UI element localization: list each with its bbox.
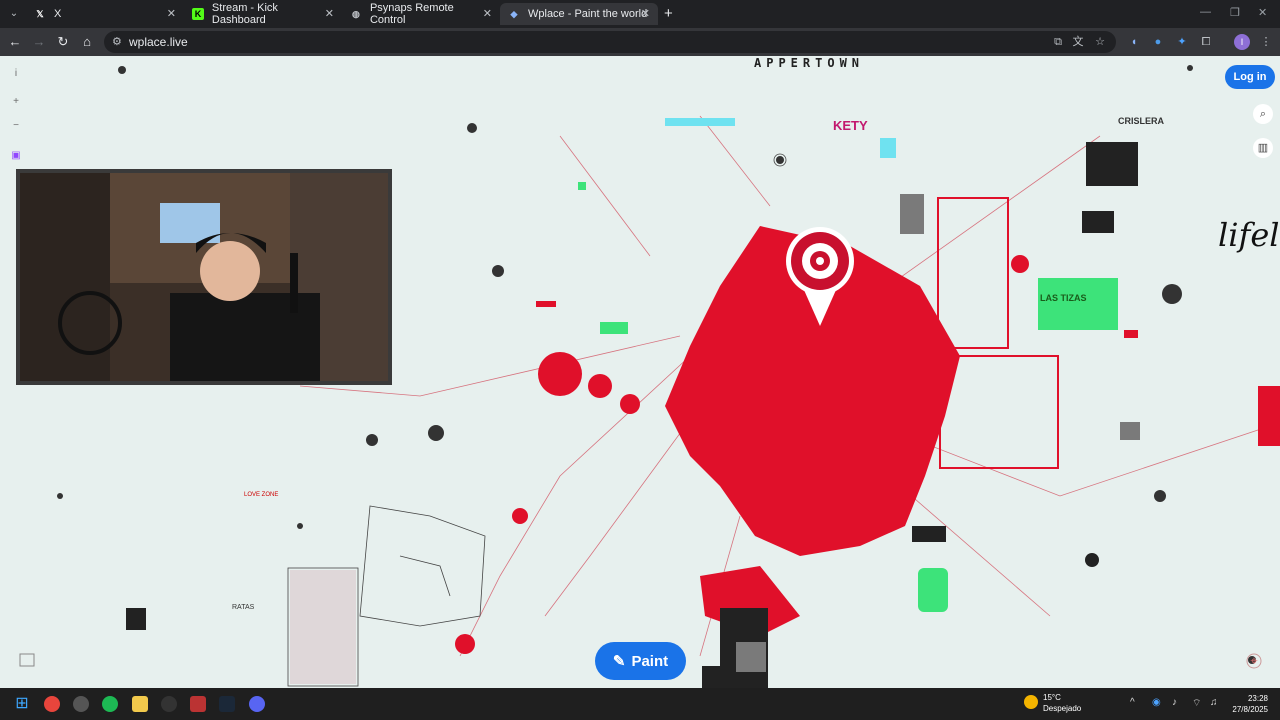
tab-kick-dashboard[interactable]: K Stream - Kick Dashboard ✕ (184, 2, 342, 26)
clock-date: 27/8/2025 (1232, 705, 1268, 714)
tray-chevron-icon[interactable]: ^ (1130, 697, 1135, 708)
red-outline-structures (937, 197, 1059, 469)
gallery-icon (19, 653, 35, 667)
steam-icon[interactable] (219, 696, 235, 712)
x-logo-icon: 𝕏 (36, 9, 44, 19)
brush-icon: ✎ (612, 653, 626, 670)
info-icon[interactable]: i (8, 66, 24, 82)
windows-taskbar: ⊞ 15°C Despejado ^ ◉ ♪ ⌔ ♫ 23:28 27/8/20… (0, 688, 1280, 720)
tray-mic-icon[interactable]: ♪ (1172, 697, 1177, 708)
map-label-las-tizas: LAS TIZAS (1040, 293, 1087, 303)
tab-title: Wplace - Paint the world (528, 8, 648, 20)
extensions-puzzle-icon[interactable]: ⧠ (1198, 34, 1214, 50)
map-label-kety: KETY (833, 118, 868, 133)
tab-x[interactable]: 𝕏 X ✕ (26, 3, 184, 25)
map-label-top-banner: APPERTOWN (754, 56, 865, 70)
tray-volume-icon[interactable]: ♫ (1210, 697, 1218, 708)
close-tab-icon[interactable]: ✕ (325, 7, 334, 20)
zoom-out-icon[interactable]: − (8, 118, 24, 134)
weather-desc: Despejado (1043, 704, 1082, 713)
twitch-icon[interactable]: ▣ (8, 148, 24, 164)
tab-title: Stream - Kick Dashboard (211, 2, 278, 26)
discord-icon[interactable] (249, 696, 265, 712)
site-info-icon[interactable]: ⚙ (112, 35, 122, 48)
profile-avatar[interactable]: I (1234, 34, 1250, 50)
translate-icon[interactable]: 文 (1070, 34, 1086, 50)
weather-widget[interactable]: 15°C Despejado (1043, 692, 1081, 714)
extension-shield-icon[interactable]: ● (1150, 34, 1166, 50)
forward-icon[interactable]: → (31, 34, 47, 50)
app-red-icon[interactable] (190, 696, 206, 712)
app-4k-icon[interactable] (161, 696, 177, 712)
zoom-in-icon[interactable]: + (8, 94, 24, 110)
tab-wplace[interactable]: ◆ Wplace - Paint the world ✕ (500, 3, 658, 25)
streamer-webcam-overlay (16, 169, 392, 385)
taskbar-clock[interactable]: 23:28 27/8/2025 (1232, 693, 1268, 715)
wplace-map-viewport[interactable]: APPERTOWN KETY CRISLERA lifelov LAS TIZA… (0, 56, 1280, 688)
kick-icon: K (192, 8, 204, 20)
red-territory-blob (455, 226, 1280, 654)
tab-title: X (54, 8, 62, 20)
close-tab-icon[interactable]: ✕ (483, 7, 492, 20)
new-tab-button[interactable]: + (664, 5, 673, 22)
extension-translate-icon[interactable]: ✦ (1174, 34, 1190, 50)
extension-audio-icon[interactable]: ◖ (1126, 34, 1142, 50)
maximize-icon[interactable]: ❐ (1230, 6, 1240, 19)
map-label-lifelov: lifelov (1218, 216, 1280, 254)
close-tab-icon[interactable]: ✕ (641, 7, 650, 20)
reload-icon[interactable]: ↻ (55, 34, 71, 50)
spotify-icon[interactable] (102, 696, 118, 712)
chrome-icon[interactable] (44, 696, 60, 712)
close-tab-icon[interactable]: ✕ (167, 7, 176, 20)
minimize-icon[interactable]: — (1200, 6, 1211, 18)
browser-tab-strip: ⌄ 𝕏 X ✕ K Stream - Kick Dashboard ✕ ◍ Ps… (0, 0, 1280, 28)
windows-start-icon[interactable]: ⊞ (14, 696, 30, 712)
bookmark-star-icon[interactable]: ☆ (1092, 34, 1108, 50)
address-bar[interactable]: ⚙ wplace.live ⧉ 文 ☆ (104, 31, 1116, 53)
obs-icon[interactable] (73, 696, 89, 712)
browser-toolbar: ← → ↻ ⌂ ⚙ wplace.live ⧉ 文 ☆ ◖ ● ✦ ⧠ I ⋮ (0, 28, 1280, 56)
paint-label: Paint (631, 652, 669, 670)
tab-title: Psynaps Remote Control (369, 2, 454, 26)
map-label-ratas: RATAS (232, 604, 255, 611)
tab-search-icon[interactable]: ⌄ (6, 6, 22, 22)
tray-wifi-icon[interactable]: ⌔ (1192, 697, 1201, 710)
back-icon[interactable]: ← (7, 34, 23, 50)
leaderboard-icon[interactable]: ▥ (1253, 138, 1273, 158)
crosshair-icon[interactable]: ⌖ (1246, 653, 1262, 669)
paint-button[interactable]: ✎ Paint (595, 642, 686, 680)
menu-kebab-icon[interactable]: ⋮ (1258, 34, 1274, 50)
tray-network-icon[interactable]: ◉ (1152, 697, 1161, 708)
close-window-icon[interactable]: ✕ (1258, 6, 1267, 19)
weather-moon-icon (1024, 695, 1038, 709)
login-button[interactable]: Log in (1225, 65, 1275, 89)
map-label-criolera: CRISLERA (1118, 116, 1165, 126)
wplace-icon: ◆ (510, 9, 518, 19)
weather-temp: 15°C (1043, 693, 1061, 702)
webcam-scene (20, 173, 388, 381)
clock-time: 23:28 (1247, 694, 1268, 703)
install-app-icon[interactable]: ⧉ (1050, 34, 1066, 50)
color-grid-art (290, 570, 356, 684)
map-label-love-zone: LOVE ZONE (244, 492, 279, 498)
file-explorer-icon[interactable] (132, 696, 148, 712)
tab-psynaps[interactable]: ◍ Psynaps Remote Control ✕ (342, 2, 500, 26)
search-icon[interactable]: ⌕ (1253, 104, 1273, 124)
url-text: wplace.live (129, 35, 188, 49)
home-icon[interactable]: ⌂ (79, 34, 95, 50)
globe-icon: ◍ (352, 9, 360, 19)
